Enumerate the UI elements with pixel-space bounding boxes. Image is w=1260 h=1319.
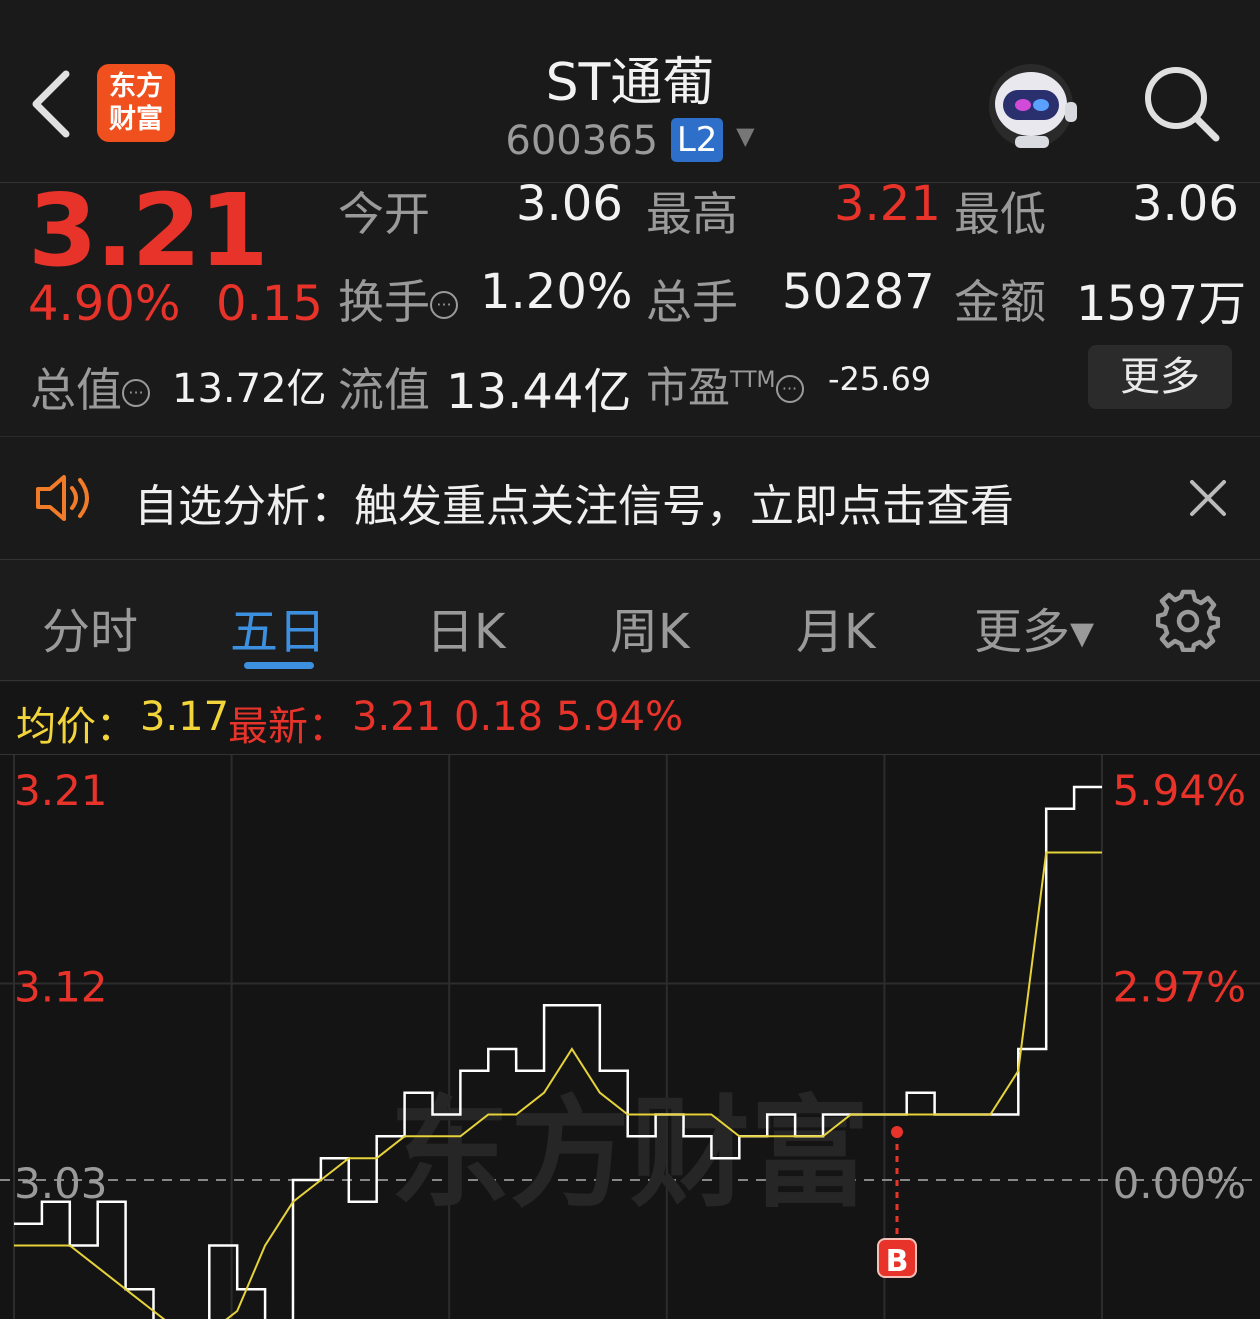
level2-badge: L2 — [670, 118, 724, 162]
low-value: 3.06 — [1132, 176, 1239, 232]
price-line — [14, 785, 1102, 1319]
speaker-icon — [36, 475, 89, 521]
latest-label: 最新： — [228, 704, 348, 750]
more-quote-button[interactable]: 更多 — [1088, 345, 1232, 409]
back-arrow-icon[interactable] — [22, 64, 82, 144]
tab-intraday[interactable]: 分时 — [42, 592, 138, 662]
gear-icon[interactable] — [1156, 588, 1220, 652]
float-cap-value: 13.44亿 — [446, 364, 632, 420]
float-cap-label: 流值 — [338, 363, 430, 417]
amount-value: 1597万 — [1076, 276, 1247, 332]
y-axis-pct-label: 0.00% — [1113, 1159, 1246, 1208]
market-cap-label: 总值 ··· — [30, 354, 150, 420]
info-icon[interactable]: ··· — [122, 379, 150, 407]
amount-label: 金额 — [954, 275, 1046, 329]
app-logo: 东方 财富 — [97, 64, 175, 142]
open-label: 今开 — [338, 187, 430, 241]
high-value: 3.21 — [834, 176, 941, 232]
y-axis-pct-label: 5.94% — [1113, 766, 1246, 815]
y-axis-pct-label: 2.97% — [1113, 963, 1246, 1012]
tab-monthly-k[interactable]: 月K — [796, 592, 875, 662]
signal-badge-label: B — [886, 1244, 909, 1279]
volume-label: 总手 — [646, 275, 738, 329]
y-axis-tick-label: 3.21 — [14, 766, 108, 815]
avg-price-label: 均价： — [16, 704, 136, 750]
stock-code-selector[interactable]: 600365 L2 ▼ — [380, 118, 880, 164]
change-percent: 4.90% — [28, 276, 181, 332]
search-icon[interactable] — [1140, 62, 1222, 144]
change-amount: 0.15 — [216, 276, 323, 332]
notice-text[interactable]: 自选分析：触发重点关注信号，立即点击查看 — [134, 470, 1014, 534]
info-icon[interactable]: ··· — [775, 375, 804, 403]
pe-value: -25.69 — [828, 360, 932, 398]
turnover-value: 1.20% — [480, 264, 633, 320]
high-label: 最高 — [646, 187, 738, 241]
watermark-text: 东方财富 — [390, 1085, 870, 1224]
y-axis-tick-label: 3.12 — [14, 963, 108, 1012]
robot-assistant-icon[interactable] — [985, 60, 1081, 152]
close-icon[interactable] — [1186, 476, 1230, 520]
latest-change: 0.18 — [454, 694, 544, 740]
tab-weekly-k[interactable]: 周K — [610, 592, 689, 662]
active-tab-indicator — [244, 662, 314, 669]
market-cap-value: 13.72亿 — [172, 366, 327, 412]
tab-more[interactable]: 更多▾ — [974, 592, 1094, 662]
latest-value: 3.21 — [352, 694, 442, 740]
avg-price-value: 3.17 — [140, 694, 230, 740]
open-value: 3.06 — [516, 176, 623, 232]
chevron-down-icon: ▼ — [736, 122, 755, 150]
info-icon[interactable]: ··· — [430, 291, 458, 319]
five-day-price-chart[interactable]: 东方财富 3.21 5.94% 3.12 2.97% 3.03 0.00% B — [0, 755, 1260, 1319]
pe-label: 市盈TTM ··· — [646, 354, 804, 415]
turnover-label: 换手 ··· — [338, 266, 458, 332]
stock-name: ST通葡 — [545, 53, 715, 113]
tab-daily-k[interactable]: 日K — [426, 592, 505, 662]
stock-code: 600365 — [505, 118, 659, 164]
last-price: 3.21 — [28, 172, 269, 289]
low-label: 最低 — [954, 187, 1046, 241]
tab-five-day[interactable]: 五日 — [230, 592, 326, 662]
latest-percent: 5.94% — [556, 694, 684, 740]
y-axis-tick-label: 3.03 — [14, 1159, 108, 1208]
volume-value: 50287 — [782, 264, 935, 320]
